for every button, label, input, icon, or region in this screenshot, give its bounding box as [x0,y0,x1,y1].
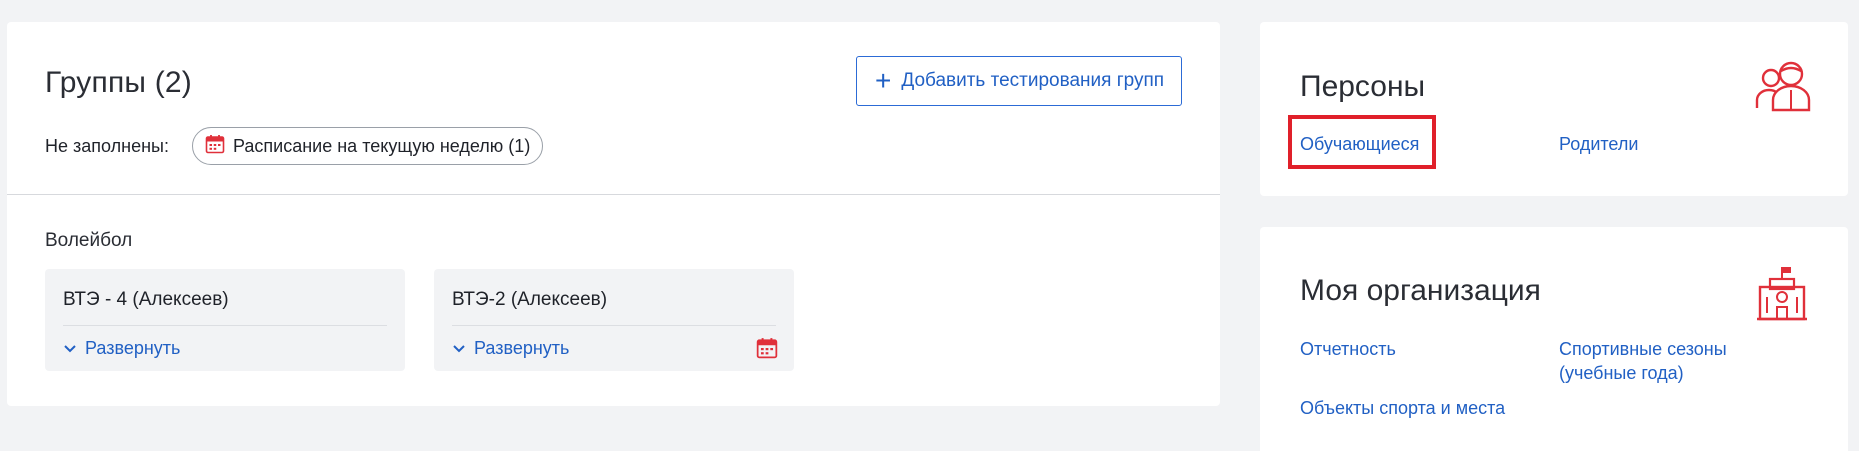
group-tile-divider [452,325,776,326]
groups-card: Группы (2) + Добавить тестирования групп… [7,22,1220,406]
divider [7,194,1220,195]
calendar-icon [205,134,225,159]
plus-icon: + [875,65,892,96]
unfilled-label: Не заполнены: [45,136,169,156]
people-icon [1755,60,1811,117]
calendar-icon[interactable] [756,337,778,364]
chevron-down-icon [63,338,77,359]
expand-button[interactable]: Развернуть [452,338,569,359]
sport-seasons-link[interactable]: Спортивные сезоны (учебные года) [1559,337,1759,385]
group-tile-title: ВТЭ-2 (Алексеев) [452,289,608,310]
schedule-week-chip-label: Расписание на текущую неделю (1) [233,135,531,156]
add-group-testing-label: Добавить тестирования групп [901,70,1165,91]
schedule-week-chip[interactable]: Расписание на текущую неделю (1) [192,127,544,165]
persons-card: Персоны Обучающиеся Родители [1260,22,1848,196]
school-building-icon [1756,265,1808,326]
group-tile: ВТЭ - 4 (Алексеев) Развернуть [45,269,405,371]
group-tile: ВТЭ-2 (Алексеев) Развернуть [434,269,794,371]
group-tile-divider [63,325,387,326]
organization-card: Моя организация Отчетность Спортивные се… [1260,227,1848,451]
sport-facilities-link[interactable]: Объекты спорта и места [1300,396,1505,420]
groups-title: Группы (2) [45,66,192,99]
add-group-testing-button[interactable]: + Добавить тестирования групп [856,56,1182,106]
expand-label: Развернуть [85,338,181,358]
chevron-down-icon [452,338,466,359]
organization-title: Моя организация [1300,274,1541,307]
sport-name: Волейбол [45,230,133,251]
persons-title: Персоны [1300,70,1426,103]
expand-button[interactable]: Развернуть [63,338,180,359]
reports-link[interactable]: Отчетность [1300,337,1396,361]
expand-label: Развернуть [474,338,570,358]
parents-link[interactable]: Родители [1559,132,1638,156]
highlight-box [1288,115,1436,169]
group-tile-title: ВТЭ - 4 (Алексеев) [63,289,229,310]
